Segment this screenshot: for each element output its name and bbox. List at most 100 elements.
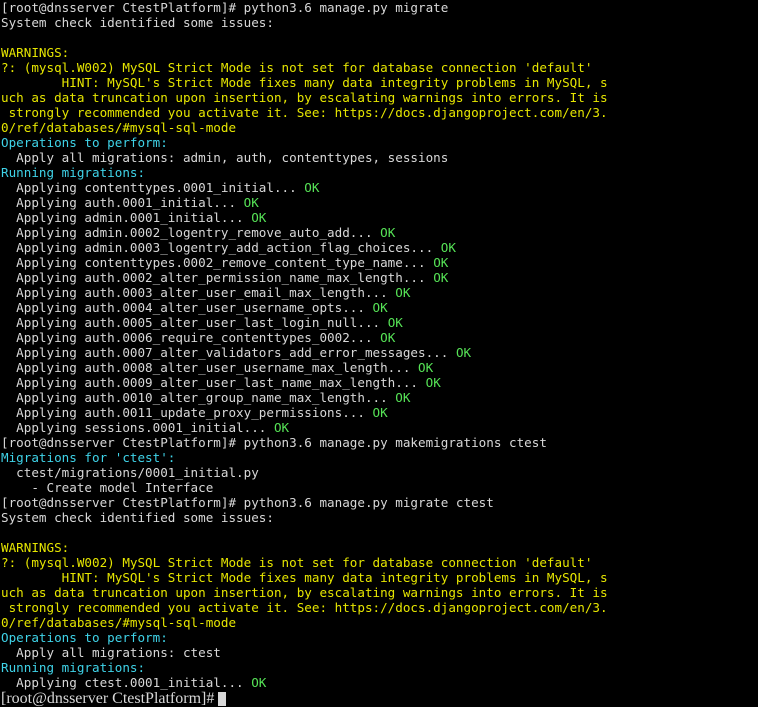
terminal-text: Applying auth.0011_update_proxy_permissi… bbox=[1, 405, 373, 420]
terminal-output: [root@dnsserver CtestPlatform]# python3.… bbox=[1, 0, 758, 690]
terminal-text: Applying auth.0004_alter_user_username_o… bbox=[1, 300, 373, 315]
terminal-line: 0/ref/databases/#mysql-sql-mode bbox=[1, 120, 758, 135]
terminal-text: 0/ref/databases/#mysql-sql-mode bbox=[1, 615, 237, 630]
terminal-line: Applying admin.0001_initial... OK bbox=[1, 210, 758, 225]
status-ok: OK bbox=[243, 195, 259, 210]
terminal-text: Applying auth.0005_alter_user_last_login… bbox=[1, 315, 388, 330]
terminal-line: Applying contenttypes.0002_remove_conten… bbox=[1, 255, 758, 270]
terminal-line: HINT: MySQL's Strict Mode fixes many dat… bbox=[1, 75, 758, 90]
terminal-text: Applying auth.0009_alter_user_last_name_… bbox=[1, 375, 426, 390]
terminal-line: uch as data truncation upon insertion, b… bbox=[1, 90, 758, 105]
terminal-window[interactable]: [root@dnsserver CtestPlatform]# python3.… bbox=[0, 0, 758, 707]
terminal-text: uch as data truncation upon insertion, b… bbox=[1, 90, 608, 105]
terminal-line: [root@dnsserver CtestPlatform]# python3.… bbox=[1, 0, 758, 15]
terminal-line: Apply all migrations: ctest bbox=[1, 645, 758, 660]
terminal-line: Applying auth.0008_alter_user_username_m… bbox=[1, 360, 758, 375]
terminal-line: System check identified some issues: bbox=[1, 15, 758, 30]
terminal-text: Operations to perform: bbox=[1, 630, 168, 645]
terminal-line: Applying sessions.0001_initial... OK bbox=[1, 420, 758, 435]
status-ok: OK bbox=[380, 330, 396, 345]
terminal-text: System check identified some issues: bbox=[1, 510, 274, 525]
status-ok: OK bbox=[372, 405, 388, 420]
terminal-line: Applying ctest.0001_initial... OK bbox=[1, 675, 758, 690]
terminal-text: Running migrations: bbox=[1, 660, 146, 675]
terminal-text: Applying contenttypes.0001_initial... bbox=[1, 180, 305, 195]
terminal-text: HINT: MySQL's Strict Mode fixes many dat… bbox=[1, 570, 608, 585]
terminal-text: Applying auth.0001_initial... bbox=[1, 195, 244, 210]
terminal-line: WARNINGS: bbox=[1, 540, 758, 555]
terminal-text: HINT: MySQL's Strict Mode fixes many dat… bbox=[1, 75, 608, 90]
terminal-text: Applying contenttypes.0002_remove_conten… bbox=[1, 255, 434, 270]
terminal-text: Applying admin.0003_logentry_add_action_… bbox=[1, 240, 441, 255]
terminal-text: Applying auth.0008_alter_user_username_m… bbox=[1, 360, 419, 375]
terminal-line: Applying auth.0009_alter_user_last_name_… bbox=[1, 375, 758, 390]
terminal-text: uch as data truncation upon insertion, b… bbox=[1, 585, 608, 600]
terminal-line: Applying auth.0006_require_contenttypes_… bbox=[1, 330, 758, 345]
terminal-text: Migrations for 'ctest': bbox=[1, 450, 176, 465]
status-ok: OK bbox=[251, 675, 267, 690]
terminal-line: Applying auth.0003_alter_user_email_max_… bbox=[1, 285, 758, 300]
terminal-line: Applying auth.0011_update_proxy_permissi… bbox=[1, 405, 758, 420]
terminal-text: Applying auth.0007_alter_validators_add_… bbox=[1, 345, 456, 360]
terminal-text: System check identified some issues: bbox=[1, 15, 274, 30]
terminal-text: Applying sessions.0001_initial... bbox=[1, 420, 274, 435]
status-ok: OK bbox=[433, 255, 449, 270]
terminal-line: WARNINGS: bbox=[1, 45, 758, 60]
status-ok: OK bbox=[304, 180, 320, 195]
terminal-line: Operations to perform: bbox=[1, 135, 758, 150]
terminal-text: Operations to perform: bbox=[1, 135, 168, 150]
terminal-text: Applying admin.0002_logentry_remove_auto… bbox=[1, 225, 381, 240]
terminal-text: Applying auth.0002_alter_permission_name… bbox=[1, 270, 434, 285]
terminal-line: ?: (mysql.W002) MySQL Strict Mode is not… bbox=[1, 60, 758, 75]
terminal-line: ctest/migrations/0001_initial.py bbox=[1, 465, 758, 480]
terminal-text: strongly recommended you activate it. Se… bbox=[1, 600, 608, 615]
terminal-line: [root@dnsserver CtestPlatform]# python3.… bbox=[1, 495, 758, 510]
terminal-line: Applying auth.0002_alter_permission_name… bbox=[1, 270, 758, 285]
terminal-text: WARNINGS: bbox=[1, 540, 70, 555]
status-ok: OK bbox=[251, 210, 267, 225]
terminal-text: ctest/migrations/0001_initial.py bbox=[1, 465, 259, 480]
terminal-line: Applying auth.0004_alter_user_username_o… bbox=[1, 300, 758, 315]
terminal-text: Applying auth.0006_require_contenttypes_… bbox=[1, 330, 381, 345]
terminal-line: System check identified some issues: bbox=[1, 510, 758, 525]
terminal-text: [root@dnsserver CtestPlatform]# python3.… bbox=[1, 435, 547, 450]
status-ok: OK bbox=[387, 315, 403, 330]
terminal-line: Applying auth.0001_initial... OK bbox=[1, 195, 758, 210]
terminal-text: [root@dnsserver CtestPlatform]# python3.… bbox=[1, 495, 494, 510]
terminal-text: strongly recommended you activate it. Se… bbox=[1, 105, 608, 120]
status-ok: OK bbox=[273, 420, 290, 435]
status-ok: OK bbox=[418, 360, 434, 375]
terminal-line: strongly recommended you activate it. Se… bbox=[1, 600, 758, 615]
status-ok: OK bbox=[395, 390, 411, 405]
status-ok: OK bbox=[372, 300, 388, 315]
terminal-text: Applying auth.0010_alter_group_name_max_… bbox=[1, 390, 396, 405]
terminal-line: HINT: MySQL's Strict Mode fixes many dat… bbox=[1, 570, 758, 585]
terminal-text: Applying admin.0001_initial... bbox=[1, 210, 252, 225]
terminal-line: Applying admin.0003_logentry_add_action_… bbox=[1, 240, 758, 255]
status-ok: OK bbox=[433, 270, 449, 285]
terminal-text: 0/ref/databases/#mysql-sql-mode bbox=[1, 120, 237, 135]
terminal-line: Running migrations: bbox=[1, 165, 758, 180]
terminal-line: Applying auth.0007_alter_validators_add_… bbox=[1, 345, 758, 360]
terminal-prompt-line[interactable]: [root@dnsserver CtestPlatform]# bbox=[1, 690, 758, 707]
terminal-line: Running migrations: bbox=[1, 660, 758, 675]
terminal-line: ?: (mysql.W002) MySQL Strict Mode is not… bbox=[1, 555, 758, 570]
shell-prompt: [root@dnsserver CtestPlatform]# bbox=[1, 690, 219, 707]
terminal-text: Applying ctest.0001_initial... bbox=[1, 675, 252, 690]
terminal-text: Running migrations: bbox=[1, 165, 146, 180]
status-ok: OK bbox=[380, 225, 396, 240]
terminal-line: Applying auth.0010_alter_group_name_max_… bbox=[1, 390, 758, 405]
terminal-line: Applying admin.0002_logentry_remove_auto… bbox=[1, 225, 758, 240]
terminal-line: uch as data truncation upon insertion, b… bbox=[1, 585, 758, 600]
status-ok: OK bbox=[425, 375, 441, 390]
terminal-line: Applying auth.0005_alter_user_last_login… bbox=[1, 315, 758, 330]
terminal-text: ?: (mysql.W002) MySQL Strict Mode is not… bbox=[1, 555, 593, 570]
terminal-line: Applying contenttypes.0001_initial... OK bbox=[1, 180, 758, 195]
terminal-line: [root@dnsserver CtestPlatform]# python3.… bbox=[1, 435, 758, 450]
terminal-text: - Create model Interface bbox=[1, 480, 214, 495]
status-ok: OK bbox=[440, 240, 456, 255]
terminal-text: Applying auth.0003_alter_user_email_max_… bbox=[1, 285, 396, 300]
terminal-text: WARNINGS: bbox=[1, 45, 70, 60]
